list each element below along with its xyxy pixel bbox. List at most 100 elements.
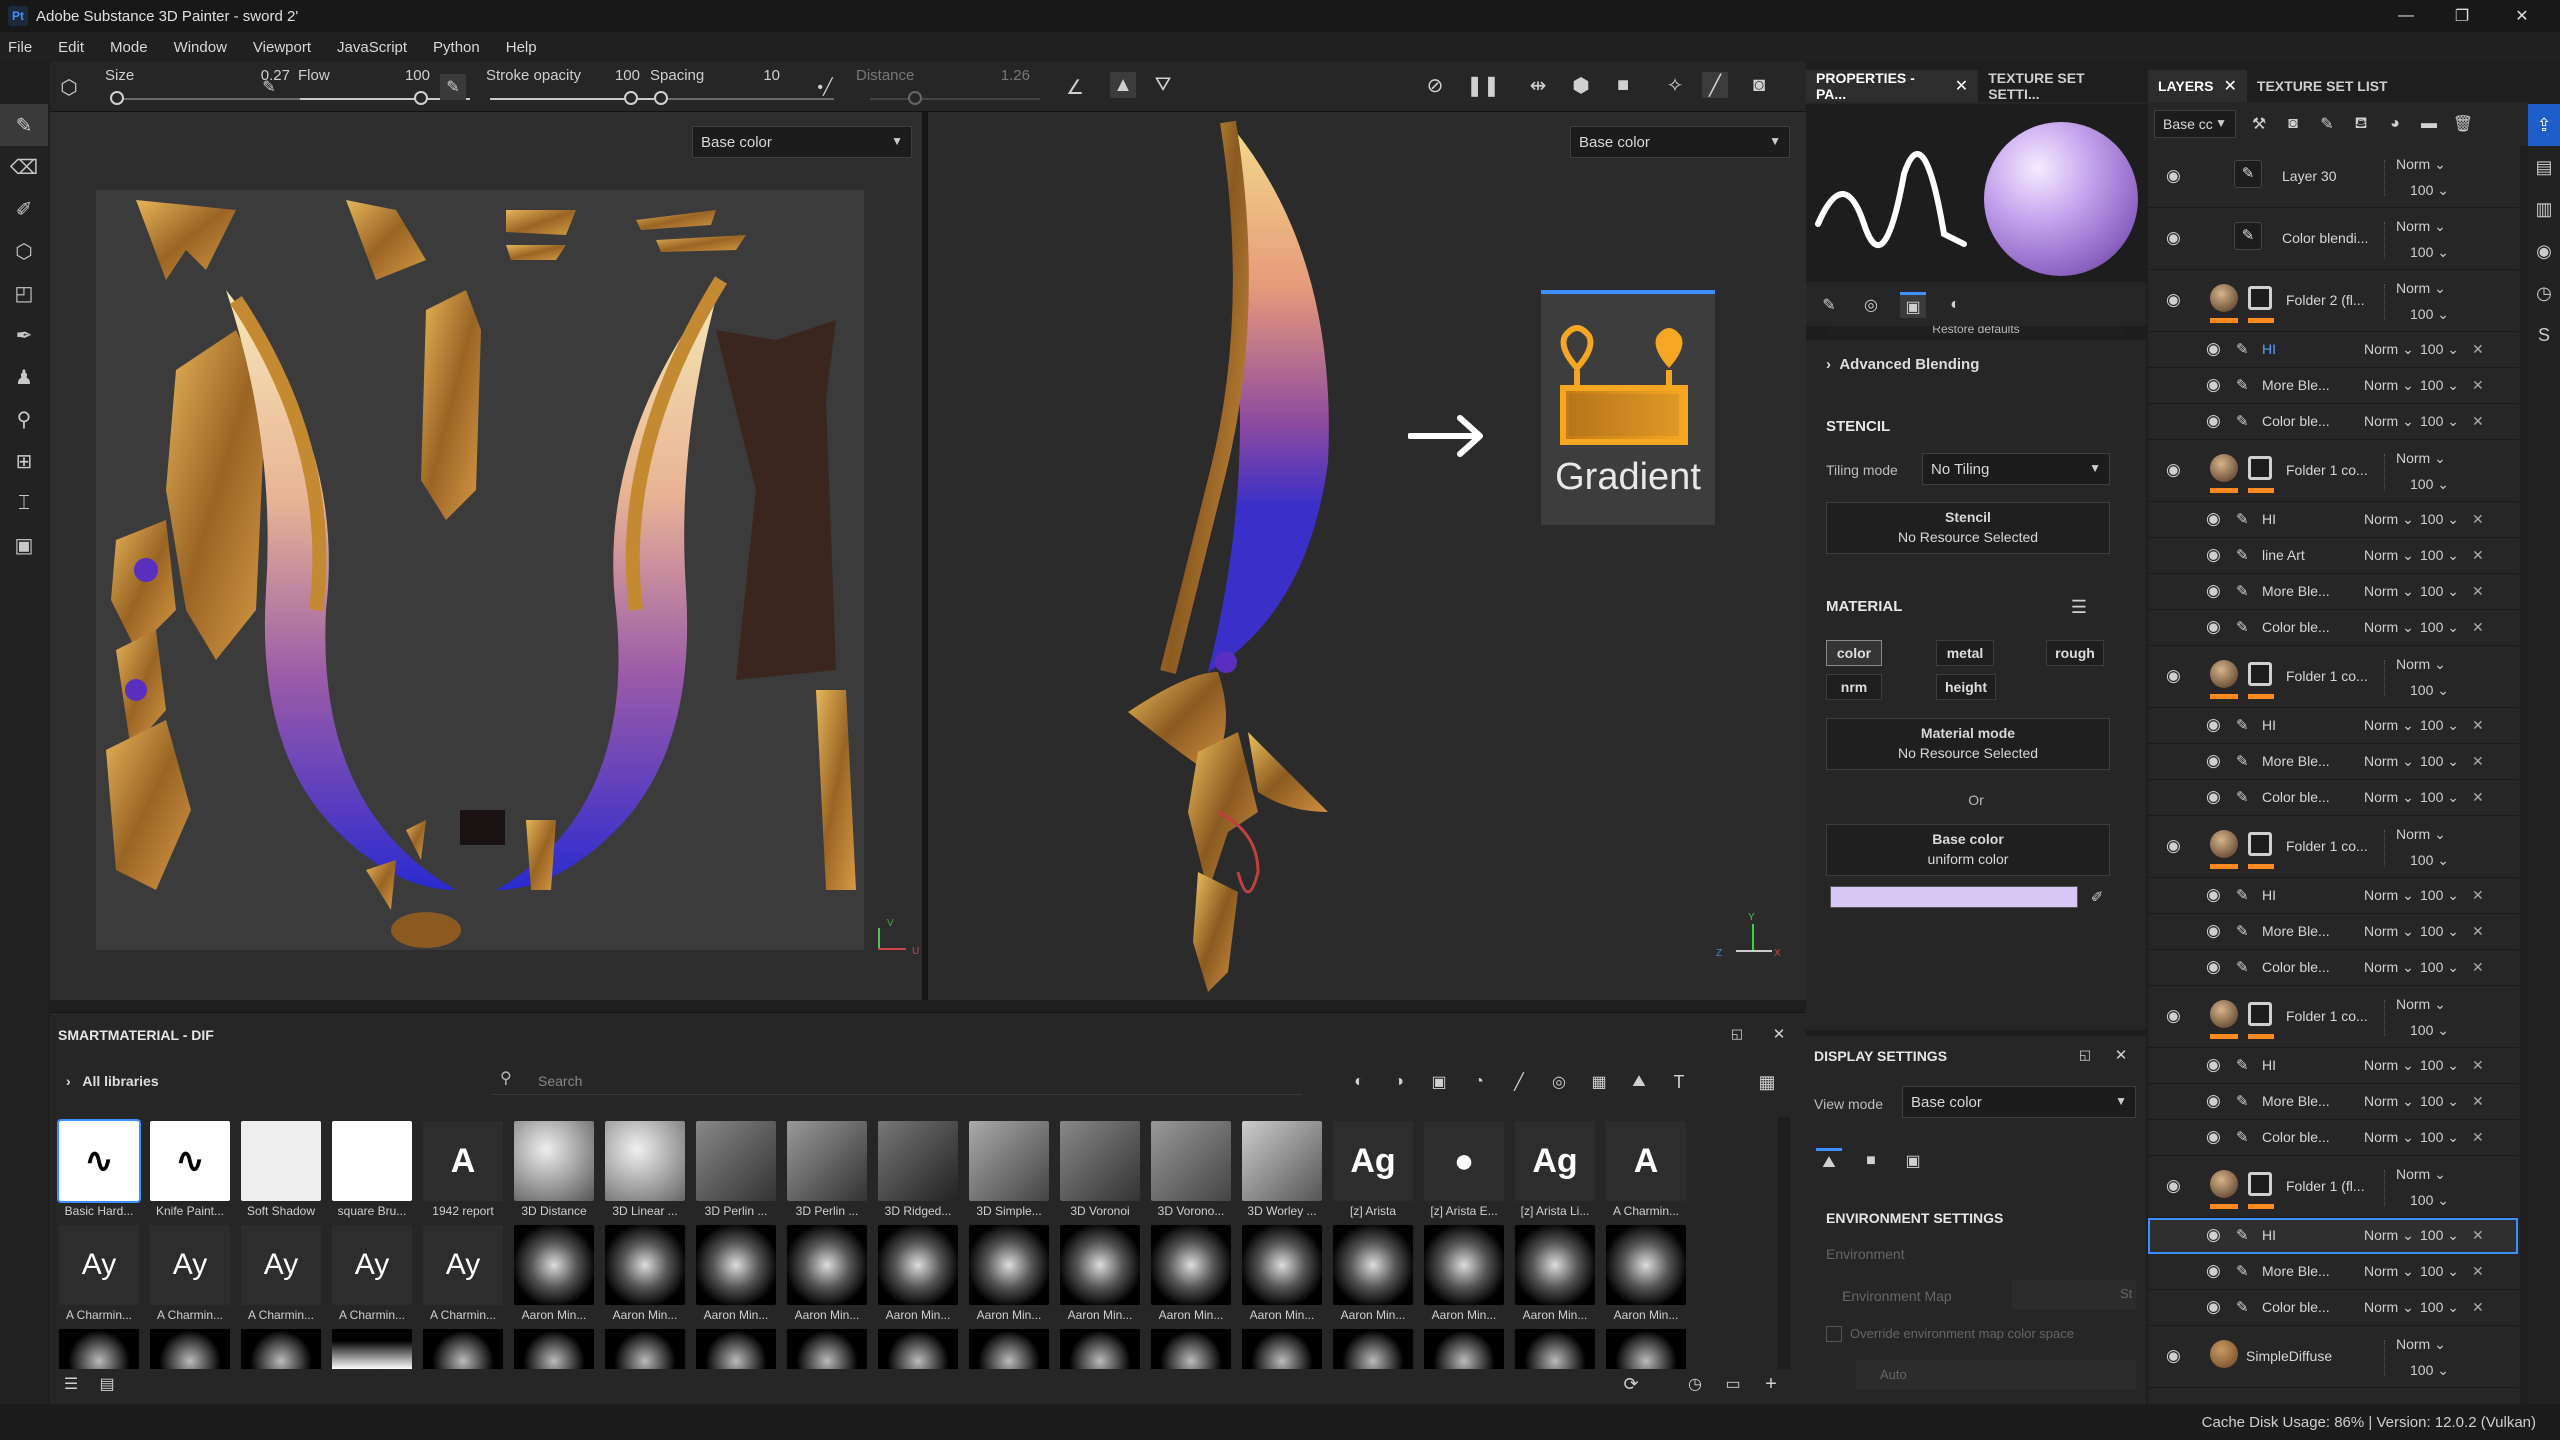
layer-row[interactable]: ◉ ✎ Color ble... Norm ⌄ 100 ⌄ ✕	[2148, 1290, 2518, 1326]
minimize-button[interactable]: —	[2384, 0, 2428, 32]
shelf-item-thumbnail-partial[interactable]	[59, 1329, 139, 1369]
annotation-tool-icon[interactable]: ▣	[0, 524, 48, 566]
delete-layer-icon[interactable]: 🗑	[2450, 111, 2476, 137]
visibility-eye-icon[interactable]: ◉	[2206, 411, 2221, 431]
shelf-item[interactable]: A A Charmin...	[1603, 1121, 1689, 1218]
remove-layer-icon[interactable]: ✕	[2472, 1057, 2484, 1074]
visibility-eye-icon[interactable]: ◉	[2206, 1127, 2221, 1147]
layer-mask-icon[interactable]	[2248, 286, 2272, 310]
menu-edit[interactable]: Edit	[58, 39, 84, 56]
shelf-item-thumbnail-partial[interactable]	[1333, 1329, 1413, 1369]
assets-icon[interactable]: ▥	[2528, 188, 2560, 230]
shelf-item[interactable]: 3D Vorono...	[1148, 1121, 1234, 1218]
visibility-eye-icon[interactable]: ◉	[2166, 666, 2181, 686]
remove-layer-icon[interactable]: ✕	[2472, 789, 2484, 806]
spacing-slider-knob[interactable]	[654, 91, 668, 105]
menu-python[interactable]: Python	[433, 39, 480, 56]
shelf-item[interactable]: Aaron Min...	[966, 1225, 1052, 1322]
remove-layer-icon[interactable]: ✕	[2472, 959, 2484, 976]
layer-row[interactable]: ◉ ✎ Layer 30 Norm ⌄ 100 ⌄	[2148, 146, 2518, 208]
remove-layer-icon[interactable]: ✕	[2472, 717, 2484, 734]
channel-color-chip[interactable]: color	[1826, 640, 1882, 666]
layer-name[interactable]: HI	[2262, 1057, 2342, 1073]
layer-name[interactable]: Color ble...	[2262, 619, 2342, 635]
blend-mode-select[interactable]: Norm ⌄	[2396, 1166, 2446, 1183]
visibility-eye-icon[interactable]: ◉	[2206, 545, 2221, 565]
close-window-button[interactable]: ✕	[2500, 0, 2544, 32]
layer-name[interactable]: Color ble...	[2262, 413, 2342, 429]
blend-mode-select[interactable]: Norm ⌄	[2364, 619, 2414, 636]
layer-name[interactable]: Color ble...	[2262, 1299, 2342, 1315]
export-share-icon[interactable]: ⇪	[2528, 104, 2560, 146]
shelf-item[interactable]: 3D Distance	[511, 1121, 597, 1218]
shelf-item-thumbnail-partial[interactable]	[787, 1329, 867, 1369]
opacity-field[interactable]: 100 ⌄	[2410, 182, 2449, 199]
shelf-item[interactable]: Ay A Charmin...	[147, 1225, 233, 1322]
blend-mode-select[interactable]: Norm ⌄	[2364, 1227, 2414, 1244]
viewport-2d-channel-select[interactable]: Base color ▼	[692, 126, 912, 158]
layer-name[interactable]: HI	[2262, 511, 2342, 527]
screenshot-icon[interactable]: ◙	[1746, 72, 1772, 98]
remove-layer-icon[interactable]: ✕	[2472, 413, 2484, 430]
visibility-eye-icon[interactable]: ◉	[2206, 339, 2221, 359]
layer-name[interactable]: Color ble...	[2262, 1129, 2342, 1145]
stencil-resource-button[interactable]: Stencil No Resource Selected	[1826, 502, 2110, 554]
blend-mode-select[interactable]: Norm ⌄	[2396, 826, 2446, 843]
layer-row[interactable]: ◉ ✎ More Ble... Norm ⌄ 100 ⌄ ✕	[2148, 1084, 2518, 1120]
filter-smart-material-icon[interactable]: ◑	[1386, 1069, 1412, 1095]
override-color-space-checkbox[interactable]	[1826, 1326, 1842, 1342]
blend-mode-select[interactable]: Norm ⌄	[2364, 887, 2414, 904]
visibility-eye-icon[interactable]: ◉	[2166, 460, 2181, 480]
opacity-field[interactable]: 100 ⌄	[2420, 753, 2459, 770]
layer-name[interactable]: More Ble...	[2262, 923, 2342, 939]
shelf-item[interactable]: Ag [z] Arista	[1330, 1121, 1416, 1218]
layer-name[interactable]: Folder 2 (fl...	[2286, 292, 2382, 308]
tool-settings-icon[interactable]: ✧	[1662, 72, 1688, 98]
shelf-item[interactable]: Ay A Charmin...	[56, 1225, 142, 1322]
menu-window[interactable]: Window	[174, 39, 227, 56]
filter-alpha-icon[interactable]: ◎	[1546, 1069, 1572, 1095]
opacity-field[interactable]: 100 ⌄	[2420, 1227, 2459, 1244]
environment-map-select[interactable]: St	[2012, 1280, 2136, 1310]
measure-tool-icon[interactable]: ⌶	[0, 482, 48, 524]
channel-rough-chip[interactable]: rough	[2046, 640, 2104, 666]
folder-icon[interactable]: ▭	[1720, 1371, 1746, 1397]
layer-folder-row[interactable]: ◉ Folder 2 (fl... Norm ⌄ 100 ⌄	[2148, 270, 2518, 332]
shelf-item[interactable]: Ay A Charmin...	[420, 1225, 506, 1322]
visibility-eye-icon[interactable]: ◉	[2206, 921, 2221, 941]
base-color-button[interactable]: Base color uniform color	[1826, 824, 2110, 876]
shelf-search-input[interactable]: ⚲ Search	[492, 1065, 1302, 1095]
layer-name[interactable]: More Ble...	[2262, 377, 2342, 393]
visibility-eye-icon[interactable]: ◉	[2206, 957, 2221, 977]
symmetry-tool-icon[interactable]: ⬡	[56, 74, 82, 100]
layer-name[interactable]: Color blendi...	[2282, 230, 2378, 246]
layers-scrollbar[interactable]	[2520, 146, 2528, 1404]
visibility-eye-icon[interactable]: ◉	[2206, 1225, 2221, 1245]
filter-brush-icon[interactable]: ╱	[1506, 1069, 1532, 1095]
layer-row[interactable]: ◉ ✎ More Ble... Norm ⌄ 100 ⌄ ✕	[2148, 914, 2518, 950]
geometry-fill-icon[interactable]: ⬡	[0, 230, 48, 272]
visibility-eye-icon[interactable]: ◉	[2206, 1261, 2221, 1281]
shelf-item[interactable]: Aaron Min...	[602, 1225, 688, 1322]
shelf-item[interactable]: 3D Perlin ...	[784, 1121, 870, 1218]
layer-mask-icon[interactable]	[2248, 1002, 2272, 1026]
shelf-item[interactable]: Aaron Min...	[1603, 1225, 1689, 1322]
layer-name[interactable]: Folder 1 co...	[2286, 668, 2382, 684]
filter-generator-icon[interactable]: ◔	[1466, 1069, 1492, 1095]
shelf-item-thumbnail-partial[interactable]	[423, 1329, 503, 1369]
shelf-item[interactable]: 3D Linear ...	[602, 1121, 688, 1218]
shelf-item[interactable]: Aaron Min...	[784, 1225, 870, 1322]
shelf-item-thumbnail-partial[interactable]	[241, 1329, 321, 1369]
smudge-tool-icon[interactable]: ✒	[0, 314, 48, 356]
layer-name[interactable]: Folder 1 co...	[2286, 1008, 2382, 1024]
material-menu-icon[interactable]: ☰	[2066, 594, 2092, 620]
brush-tab-icon[interactable]: ✎	[1816, 292, 1842, 318]
close-icon[interactable]: ✕	[1766, 1021, 1792, 1047]
pen-pressure-opacity-icon[interactable]: ✎	[440, 74, 466, 100]
layer-name[interactable]: Color ble...	[2262, 789, 2342, 805]
layer-name[interactable]: SimpleDiffuse	[2246, 1348, 2342, 1364]
layer-row[interactable]: ◉ ✎ HI Norm ⌄ 100 ⌄ ✕	[2148, 878, 2518, 914]
blend-mode-select[interactable]: Norm ⌄	[2364, 959, 2414, 976]
eraser-tool-icon[interactable]: ⌫	[0, 146, 48, 188]
shelf-item-thumbnail-partial[interactable]	[969, 1329, 1049, 1369]
